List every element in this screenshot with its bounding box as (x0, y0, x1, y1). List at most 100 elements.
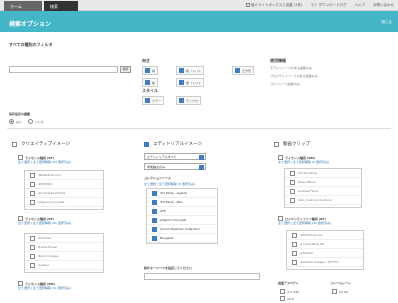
list-item[interactable]: A Lump Blue DP (287, 240, 363, 249)
checkbox[interactable] (30, 190, 35, 196)
checkbox[interactable] (30, 181, 35, 187)
radio[interactable] (9, 119, 14, 124)
list-item[interactable]: Brokerhouse (25, 243, 103, 252)
list-item[interactable]: Allsport Concepts (25, 198, 103, 207)
checkbox[interactable] (18, 216, 23, 221)
safe-radio-no[interactable]: いいえ (28, 119, 44, 124)
list-item[interactable]: Artworks (25, 234, 103, 243)
list-item[interactable]: All Canada Photos (25, 189, 103, 198)
tab-search[interactable]: 検索 (44, 1, 78, 11)
checkbox[interactable] (145, 98, 150, 103)
help-link[interactable]: ヘルプ (355, 3, 366, 8)
list-item[interactable]: 3rd Party - Misc (147, 198, 217, 207)
checkbox[interactable] (144, 141, 149, 147)
checkbox[interactable] (145, 68, 150, 73)
checkbox[interactable] (145, 80, 150, 85)
aspect-option[interactable]: 4:3 (SD) (280, 289, 299, 294)
tab-home[interactable]: ホーム (4, 1, 42, 11)
checkbox[interactable] (152, 226, 157, 232)
checkbox[interactable] (30, 253, 35, 259)
section-title[interactable]: ロイヤリティフリー種別 (RF) (278, 216, 331, 221)
list-item[interactable]: Art Shooting (285, 169, 361, 178)
checkbox[interactable] (292, 250, 297, 256)
list-item[interactable]: Artbeats (287, 249, 363, 258)
orientation-option[interactable]: 縦 (142, 78, 159, 87)
keyword-search-input[interactable] (9, 66, 118, 73)
checkbox[interactable] (290, 188, 295, 194)
select-all-links[interactable]: 全て選択 | 全て選択解除 (41 選択済み) (18, 286, 71, 290)
exclude-keyword-input[interactable] (144, 273, 260, 280)
checkbox[interactable] (280, 289, 285, 294)
list-item[interactable]: Cuisine (25, 261, 103, 270)
checkbox[interactable] (30, 235, 35, 241)
select-all-links[interactable]: 全て選択 | 全て選択解除 (8 選択済み) (144, 182, 195, 186)
list-item[interactable]: 3DMedical.com (287, 231, 363, 240)
fps-option[interactable]: 24 fps (332, 289, 348, 294)
lightbox-link[interactable]: 個人ライトボックスと収集 (1件) (245, 3, 302, 8)
checkbox[interactable] (278, 155, 283, 160)
section-title[interactable]: ライセンス種別 (RF) (18, 216, 71, 221)
checkbox[interactable] (179, 98, 184, 103)
checkbox[interactable] (179, 80, 184, 85)
checkbox[interactable] (152, 190, 157, 196)
select-all-links[interactable]: 全て選択 | 全て選択解除 (41 選択済み) (18, 221, 71, 225)
list-item[interactable]: Arnold Newman Collection (147, 225, 217, 234)
list-item[interactable]: Artbeatz Images / RF Film (287, 258, 363, 267)
checkbox[interactable] (278, 216, 283, 221)
select-all-links[interactable]: 全て選択 | 全て選択解除 (9 選択済み) (278, 160, 329, 164)
checkbox[interactable] (179, 68, 184, 73)
checkbox[interactable] (292, 259, 297, 265)
section-title[interactable]: ライセンス種別 (RM) (18, 281, 71, 286)
orientation-option[interactable]: 横 (142, 66, 159, 75)
video-header[interactable]: 動画クリップ (274, 139, 310, 149)
list-item[interactable]: Allsport Concepts (147, 216, 217, 225)
list-item[interactable]: 3DMedical.com (25, 171, 103, 180)
search-button[interactable]: 検索 (120, 66, 131, 73)
list-item[interactable]: AFP (147, 207, 217, 216)
safe-radio-yes[interactable]: はい (9, 119, 22, 124)
contact-link[interactable]: お問い合わせ (373, 3, 394, 8)
release-line[interactable]: モデルリリースのある画像のみ (270, 66, 312, 70)
editorial-type-select[interactable]: エディトリアルすべて (144, 153, 206, 160)
style-option[interactable]: カラー (142, 96, 165, 105)
checkbox[interactable] (30, 244, 35, 250)
download-log-link[interactable]: マイ ダウンロードログ (310, 3, 346, 8)
select-all-links[interactable]: 全て選択 | 全て選択解除 (33 選択済み) (18, 160, 71, 164)
release-line[interactable]: プロパティリリースのある画像のみ (270, 74, 318, 78)
checkbox[interactable] (18, 281, 23, 286)
checkbox[interactable] (152, 199, 157, 205)
checkbox[interactable] (30, 199, 35, 205)
orientation-option[interactable]: 縦（トリミ (176, 66, 205, 75)
checkbox[interactable] (30, 262, 35, 268)
checkbox[interactable] (30, 172, 35, 178)
checkbox[interactable] (290, 179, 295, 185)
checkbox[interactable] (274, 141, 279, 147)
list-item[interactable]: dick_clark productions (285, 196, 361, 205)
checkbox[interactable] (152, 217, 157, 223)
list-item[interactable]: Blend Images (25, 252, 103, 261)
checkbox[interactable] (292, 232, 297, 238)
aspect-option[interactable]: 16:9 (280, 296, 294, 301)
list-item[interactable]: Bongarts (147, 234, 217, 243)
checkbox[interactable] (152, 208, 157, 214)
orientation-option[interactable]: 正方形 (232, 66, 255, 75)
checkbox[interactable] (332, 289, 337, 294)
list-item[interactable]: 49STOCK (25, 180, 103, 189)
checkbox[interactable] (292, 241, 297, 247)
release-line[interactable]: フルリリース画像のみ (270, 82, 300, 86)
checkbox[interactable] (18, 155, 23, 160)
section-title[interactable]: ライセンス種別 (RM) (278, 155, 329, 160)
section-title[interactable]: ライセンス種別 (RF) (18, 155, 71, 160)
checkbox[interactable] (290, 197, 295, 203)
list-item[interactable]: Open Minds (285, 178, 361, 187)
checkbox[interactable] (12, 141, 17, 147)
editorial-filter-select[interactable]: 学術論文のみ (144, 163, 206, 170)
list-item[interactable]: Andrew Films (285, 187, 361, 196)
close-link[interactable]: 閉じる (382, 20, 393, 25)
select-all-links[interactable]: 全て選択 | 全て選択解除 (41 選択済み) (278, 221, 331, 225)
orientation-option[interactable]: 縦（トリミ (176, 78, 205, 87)
checkbox[interactable] (235, 68, 240, 73)
radio[interactable] (28, 119, 33, 124)
checkbox[interactable] (280, 296, 285, 301)
creative-header[interactable]: クリエイティブイメージ (12, 139, 70, 149)
